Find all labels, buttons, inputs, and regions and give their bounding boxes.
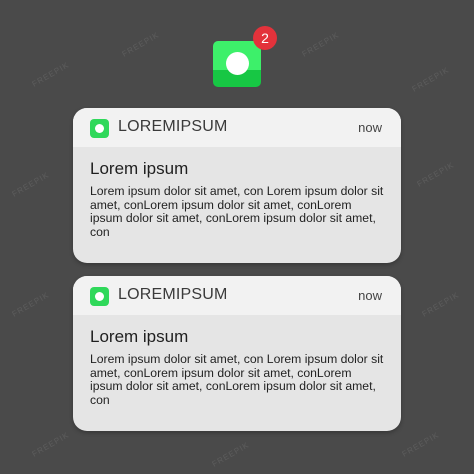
notification-card[interactable]: LOREMIPSUM now Lorem ipsum Lorem ipsum d… bbox=[73, 276, 401, 431]
watermark: FREEPIK bbox=[120, 30, 161, 59]
notification-count-badge: 2 bbox=[253, 26, 277, 50]
watermark: FREEPIK bbox=[400, 430, 441, 459]
notification-body: Lorem ipsum Lorem ipsum dolor sit amet, … bbox=[73, 315, 401, 407]
watermark: FREEPIK bbox=[420, 290, 461, 319]
notification-app-name: LOREMIPSUM bbox=[118, 286, 228, 303]
notification-header: LOREMIPSUM now bbox=[73, 276, 401, 315]
watermark: FREEPIK bbox=[300, 30, 341, 59]
notification-title: Lorem ipsum bbox=[90, 327, 189, 346]
notification-card[interactable]: LOREMIPSUM now Lorem ipsum Lorem ipsum d… bbox=[73, 108, 401, 263]
notification-message: Lorem ipsum dolor sit amet, con Lorem ip… bbox=[90, 184, 384, 239]
notification-title: Lorem ipsum bbox=[90, 159, 189, 178]
circle-icon bbox=[95, 124, 104, 133]
notification-message: Lorem ipsum dolor sit amet, con Lorem ip… bbox=[90, 352, 384, 407]
app-icon[interactable] bbox=[213, 41, 261, 87]
notification-app-name: LOREMIPSUM bbox=[118, 118, 228, 135]
watermark: FREEPIK bbox=[30, 430, 71, 459]
notification-body: Lorem ipsum Lorem ipsum dolor sit amet, … bbox=[73, 147, 401, 239]
watermark: FREEPIK bbox=[210, 440, 251, 469]
notification-time: now bbox=[358, 120, 382, 135]
watermark: FREEPIK bbox=[10, 290, 51, 319]
notification-header: LOREMIPSUM now bbox=[73, 108, 401, 147]
watermark: FREEPIK bbox=[30, 60, 71, 89]
notification-time: now bbox=[358, 288, 382, 303]
app-small-icon bbox=[90, 119, 109, 138]
circle-icon bbox=[95, 292, 104, 301]
watermark: FREEPIK bbox=[415, 160, 456, 189]
watermark: FREEPIK bbox=[10, 170, 51, 199]
watermark: FREEPIK bbox=[410, 65, 451, 94]
circle-icon bbox=[226, 52, 249, 75]
app-small-icon bbox=[90, 287, 109, 306]
